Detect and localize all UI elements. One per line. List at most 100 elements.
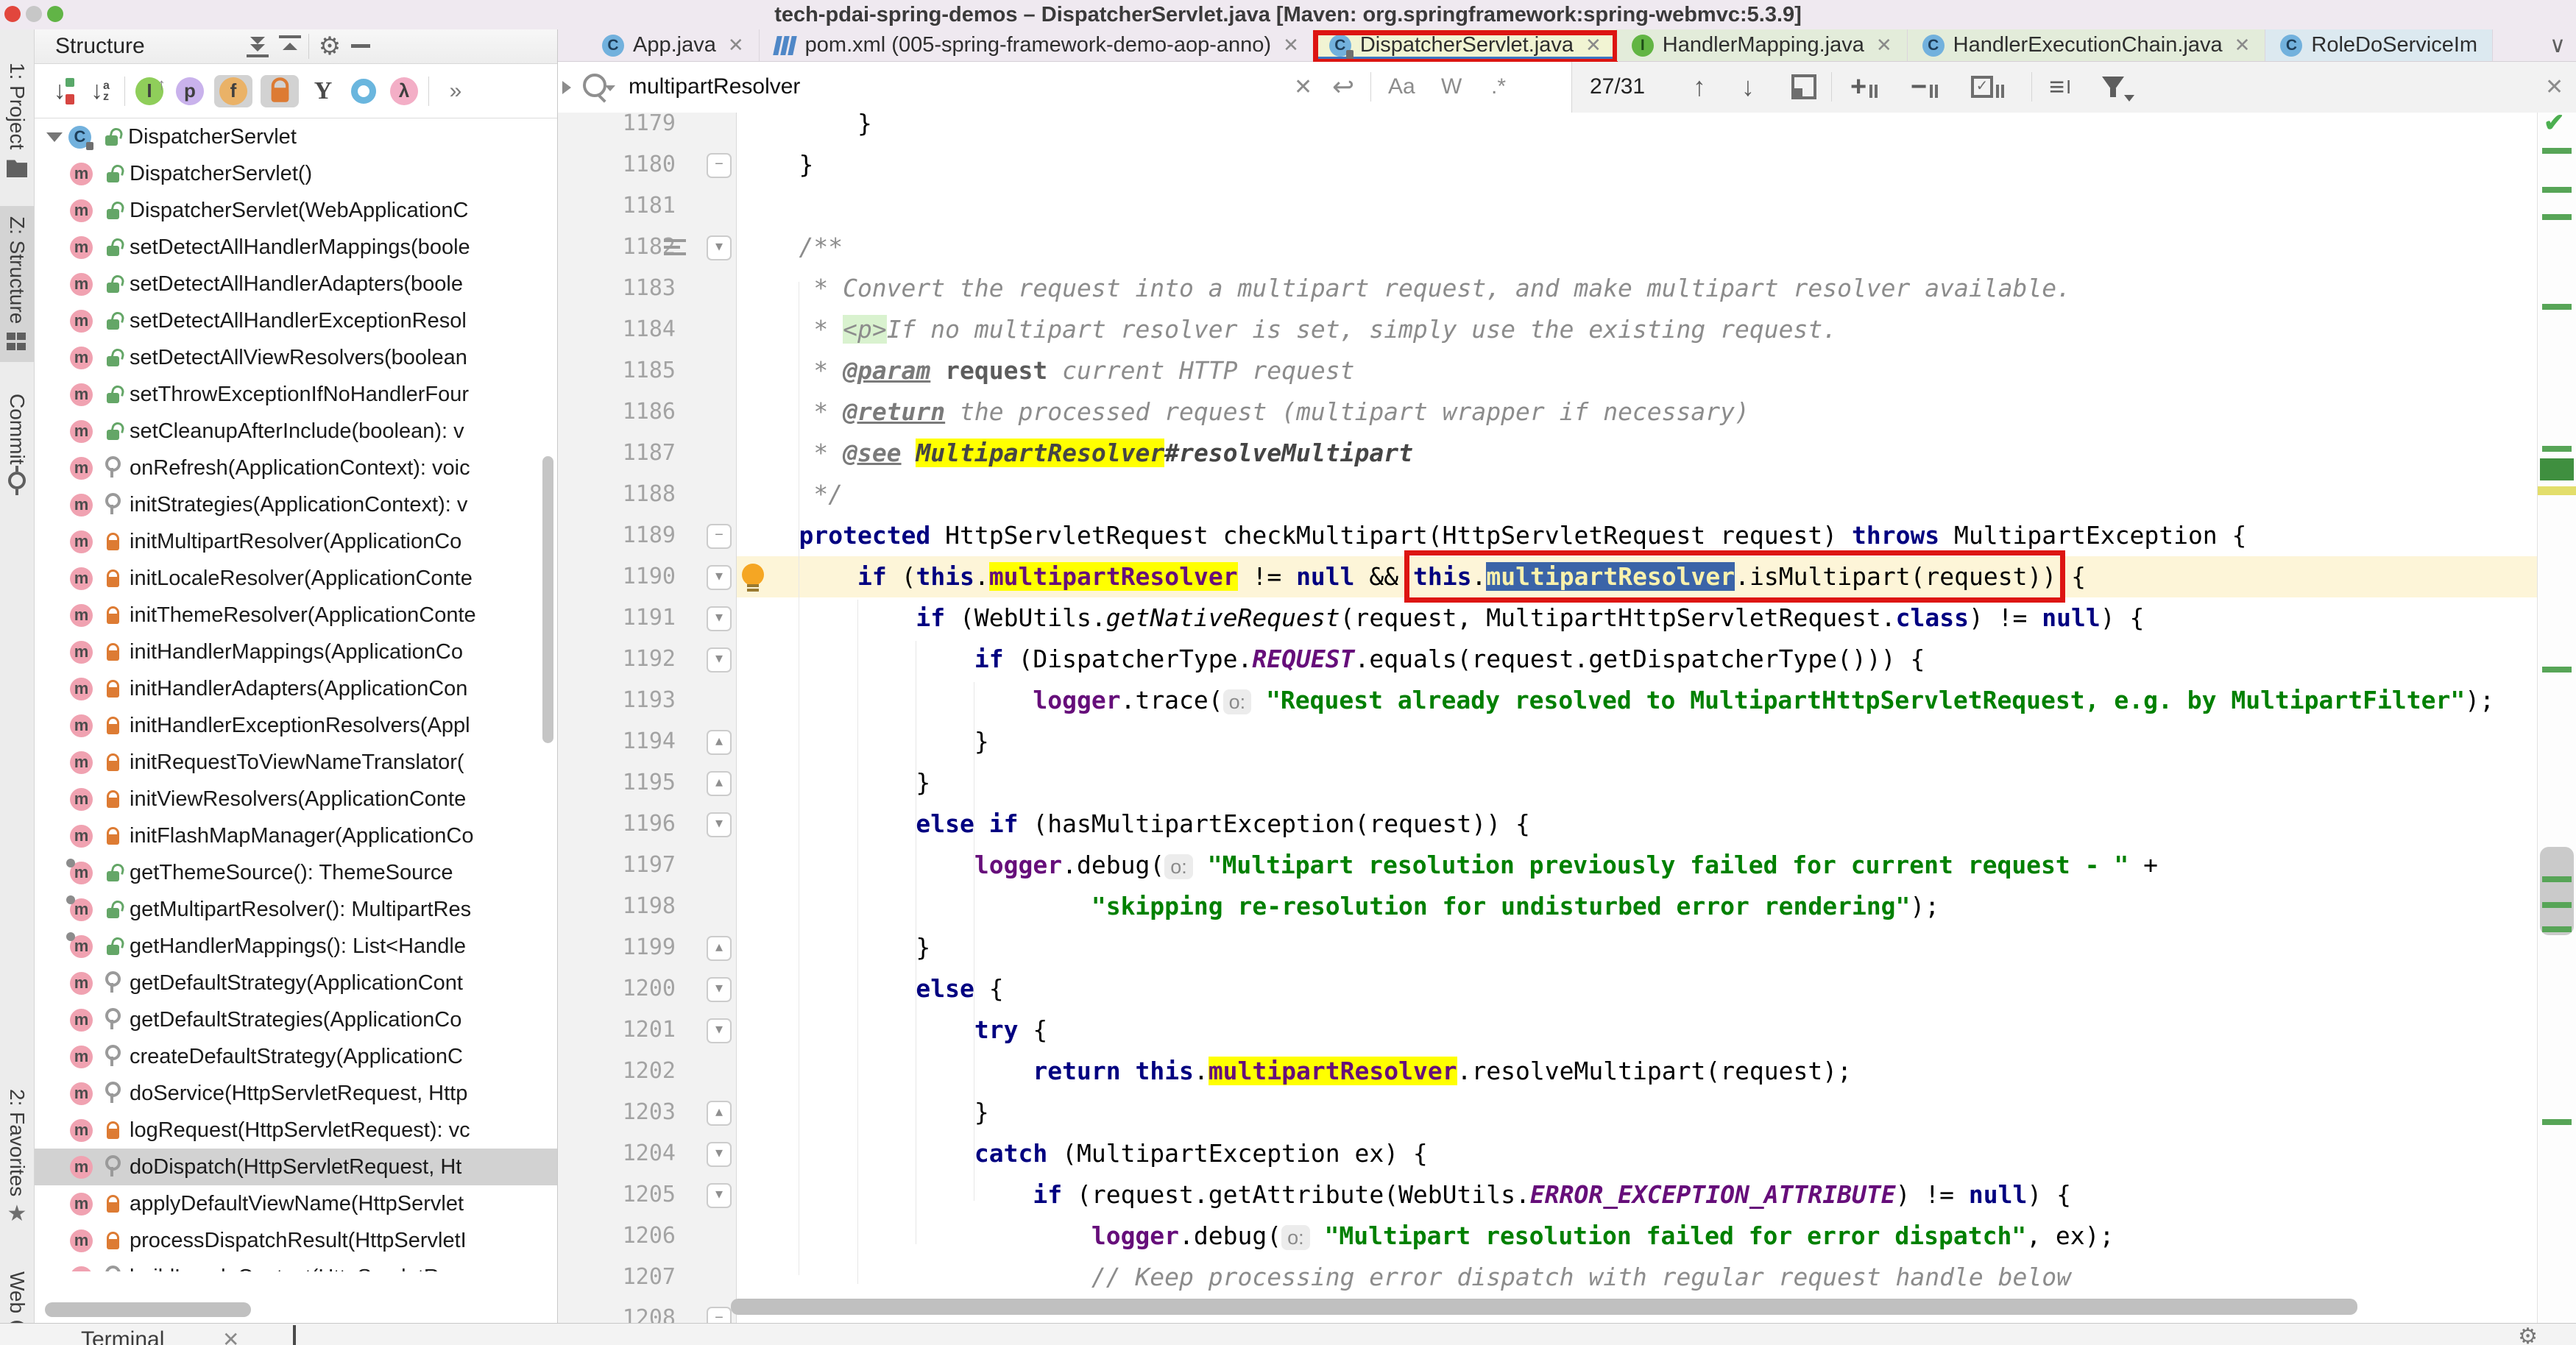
tree-item-initThemeResolver[interactable]: minitThemeResolver(ApplicationConte xyxy=(35,597,557,634)
regex-toggle[interactable]: .* xyxy=(1491,62,1506,112)
code-line[interactable]: * <p>If no multipart resolver is set, si… xyxy=(740,309,1837,350)
stripe-match-tick[interactable] xyxy=(2542,446,2572,452)
expand-all-icon[interactable] xyxy=(245,35,270,57)
line-number[interactable]: 1204 xyxy=(558,1133,676,1174)
fold-marker-icon[interactable]: − xyxy=(707,1307,732,1323)
tree-item-initRequestToViewNameTranslator[interactable]: minitRequestToViewNameTranslator( xyxy=(35,744,557,781)
stripe-match-tick[interactable] xyxy=(2542,214,2572,220)
tab-close-icon[interactable]: ✕ xyxy=(1283,34,1299,57)
code-line[interactable]: if (request.getAttribute(WebUtils.ERROR_… xyxy=(740,1174,2071,1216)
code-line[interactable]: * @see MultipartResolver#resolveMultipar… xyxy=(740,433,1413,474)
tab-pom-xml-005-spring-framework-demo-aop-anno-[interactable]: pom.xml (005-spring-framework-demo-aop-a… xyxy=(760,29,1314,61)
tree-expand-arrow-icon[interactable] xyxy=(46,132,63,142)
line-number[interactable]: 1194 xyxy=(558,721,676,762)
tree-item-doService[interactable]: mdoService(HttpServletRequest, Http xyxy=(35,1075,557,1112)
line-number[interactable]: 1207 xyxy=(558,1257,676,1298)
tree-item-initLocaleResolver[interactable]: minitLocaleResolver(ApplicationConte xyxy=(35,560,557,597)
tree-item-initViewResolvers[interactable]: minitViewResolvers(ApplicationConte xyxy=(35,781,557,817)
tree-item-DispatcherServlet[interactable]: mDispatcherServlet() xyxy=(35,155,557,192)
line-number[interactable]: 1190 xyxy=(558,556,676,597)
toggle-selection-icon[interactable]: ✓ xyxy=(1971,62,2004,112)
line-number[interactable]: 1195 xyxy=(558,762,676,803)
code-line[interactable]: * Convert the request into a multipart r… xyxy=(740,268,2071,309)
line-number[interactable]: 1201 xyxy=(558,1009,676,1051)
show-lambdas-icon[interactable]: λ xyxy=(388,75,420,107)
code-line[interactable]: // Keep processing error dispatch with r… xyxy=(740,1257,2071,1298)
line-number[interactable]: 1180 xyxy=(558,144,676,185)
line-number[interactable]: 1185 xyxy=(558,350,676,391)
newline-icon[interactable]: ↩ xyxy=(1332,62,1354,112)
line-number[interactable]: 1183 xyxy=(558,268,676,309)
stripe-match-tick[interactable] xyxy=(2542,1119,2572,1125)
sort-alphabetically-icon[interactable]: ↓az xyxy=(84,75,116,107)
tab-DispatcherServlet-java[interactable]: CDispatcherServlet.java✕ xyxy=(1314,29,1617,61)
inspections-ok-icon[interactable]: ✔ xyxy=(2544,113,2565,138)
tab-HandlerExecutionChain-java[interactable]: CHandlerExecutionChain.java✕ xyxy=(1908,29,2266,61)
line-number[interactable]: 1179 xyxy=(558,113,676,144)
add-selection-icon[interactable]: + xyxy=(1850,62,1878,112)
fold-marker-icon[interactable]: ▾ xyxy=(707,1018,732,1043)
stripe-match-tick[interactable] xyxy=(2542,876,2572,882)
fold-marker-icon[interactable]: ▾ xyxy=(707,977,732,1002)
stripe-match-tick[interactable] xyxy=(2542,902,2572,908)
error-stripe[interactable]: ✔ xyxy=(2537,113,2576,1323)
code-line[interactable]: * @param request current HTTP request xyxy=(740,350,1354,391)
sort-by-visibility-icon[interactable]: ↓ xyxy=(43,75,76,107)
tree-item-getThemeSource[interactable]: mgetThemeSource(): ThemeSource xyxy=(35,854,557,891)
line-number[interactable]: 1198 xyxy=(558,886,676,927)
hidden-tabs-chevron-icon[interactable]: ∨ xyxy=(2550,32,2576,58)
tree-item-setDetectAllHandlerAdapters[interactable]: msetDetectAllHandlerAdapters(boole xyxy=(35,266,557,302)
code-line[interactable]: if (DispatcherType.REQUEST.equals(reques… xyxy=(740,639,1925,680)
fold-marker-icon[interactable]: − xyxy=(707,524,732,549)
line-number[interactable]: 1208 xyxy=(558,1298,676,1323)
tree-item-getDefaultStrategies[interactable]: mgetDefaultStrategies(ApplicationCo xyxy=(35,1001,557,1038)
tab-close-icon[interactable]: ✕ xyxy=(1876,34,1892,57)
line-number[interactable]: 1186 xyxy=(558,391,676,433)
tree-item-initMultipartResolver[interactable]: minitMultipartResolver(ApplicationCo xyxy=(35,523,557,560)
code-line[interactable]: /** xyxy=(740,227,843,268)
code-line[interactable]: */ xyxy=(740,474,843,515)
tree-item-setDetectAllViewResolvers[interactable]: msetDetectAllViewResolvers(boolean xyxy=(35,339,557,376)
tree-item-doDispatch[interactable]: mdoDispatch(HttpServletRequest, Ht xyxy=(35,1149,557,1185)
tree-item-createDefaultStrategy[interactable]: mcreateDefaultStrategy(ApplicationC xyxy=(35,1038,557,1075)
tree-item-initHandlerExceptionResolvers[interactable]: minitHandlerExceptionResolvers(Appl xyxy=(35,707,557,744)
filter-search-icon[interactable] xyxy=(2102,62,2124,112)
code-line[interactable]: "skipping re-resolution for undisturbed … xyxy=(740,886,1939,927)
code-line[interactable]: else { xyxy=(740,968,1004,1009)
tree-item-initStrategies[interactable]: minitStrategies(ApplicationContext): v xyxy=(35,486,557,523)
editor-gutter[interactable]: 11791180−11811182▾1183118411851186118711… xyxy=(558,113,737,1323)
tree-item-initHandlerMappings[interactable]: minitHandlerMappings(ApplicationCo xyxy=(35,634,557,670)
line-number[interactable]: 1202 xyxy=(558,1051,676,1092)
tree-item-setDetectAllHandlerExceptionResol[interactable]: msetDetectAllHandlerExceptionResol xyxy=(35,302,557,339)
stripe-match-block[interactable] xyxy=(2540,458,2574,480)
line-number[interactable]: 1197 xyxy=(558,845,676,886)
tree-item-initFlashMapManager[interactable]: minitFlashMapManager(ApplicationCo xyxy=(35,817,557,854)
line-number[interactable]: 1184 xyxy=(558,309,676,350)
hide-panel-icon[interactable] xyxy=(350,35,375,57)
show-fields-icon[interactable]: f xyxy=(214,75,252,107)
show-properties-icon[interactable]: p xyxy=(174,75,206,107)
remove-selection-icon[interactable]: − xyxy=(1911,62,1938,112)
line-number[interactable]: 1196 xyxy=(558,803,676,845)
fold-marker-icon[interactable]: ▾ xyxy=(707,812,732,837)
line-number[interactable]: 1205 xyxy=(558,1174,676,1216)
code-line[interactable]: } xyxy=(740,927,930,968)
match-case-toggle[interactable]: Aa xyxy=(1388,62,1415,112)
line-number[interactable]: 1188 xyxy=(558,474,676,515)
code-line[interactable]: if (WebUtils.getNativeRequest(request, M… xyxy=(740,597,2144,639)
code-line[interactable]: } xyxy=(740,144,813,185)
code-line[interactable]: logger.trace(o: "Request already resolve… xyxy=(740,680,2494,721)
close-find-bar-icon[interactable]: ✕ xyxy=(2545,62,2563,112)
stripe-match-tick[interactable] xyxy=(2542,926,2572,932)
tool-button-commit[interactable]: Commit xyxy=(0,394,34,489)
code-editor[interactable]: 11791180−11811182▾1183118411851186118711… xyxy=(558,113,2576,1323)
code-line[interactable]: } xyxy=(740,1092,989,1133)
tree-item-initHandlerAdapters[interactable]: minitHandlerAdapters(ApplicationCon xyxy=(35,670,557,707)
tree-item-setThrowExceptionIfNoHandlerFour[interactable]: msetThrowExceptionIfNoHandlerFour xyxy=(35,376,557,413)
tool-button-z-structure[interactable]: Z: Structure xyxy=(0,206,34,362)
settings-gear-icon[interactable]: ⚙ xyxy=(2518,1324,2538,1345)
tree-item-getHandlerMappings[interactable]: mgetHandlerMappings(): List<Handle xyxy=(35,928,557,965)
fold-marker-icon[interactable]: ▾ xyxy=(707,1183,732,1208)
line-number[interactable]: 1200 xyxy=(558,968,676,1009)
code-line[interactable]: try { xyxy=(740,1009,1047,1051)
